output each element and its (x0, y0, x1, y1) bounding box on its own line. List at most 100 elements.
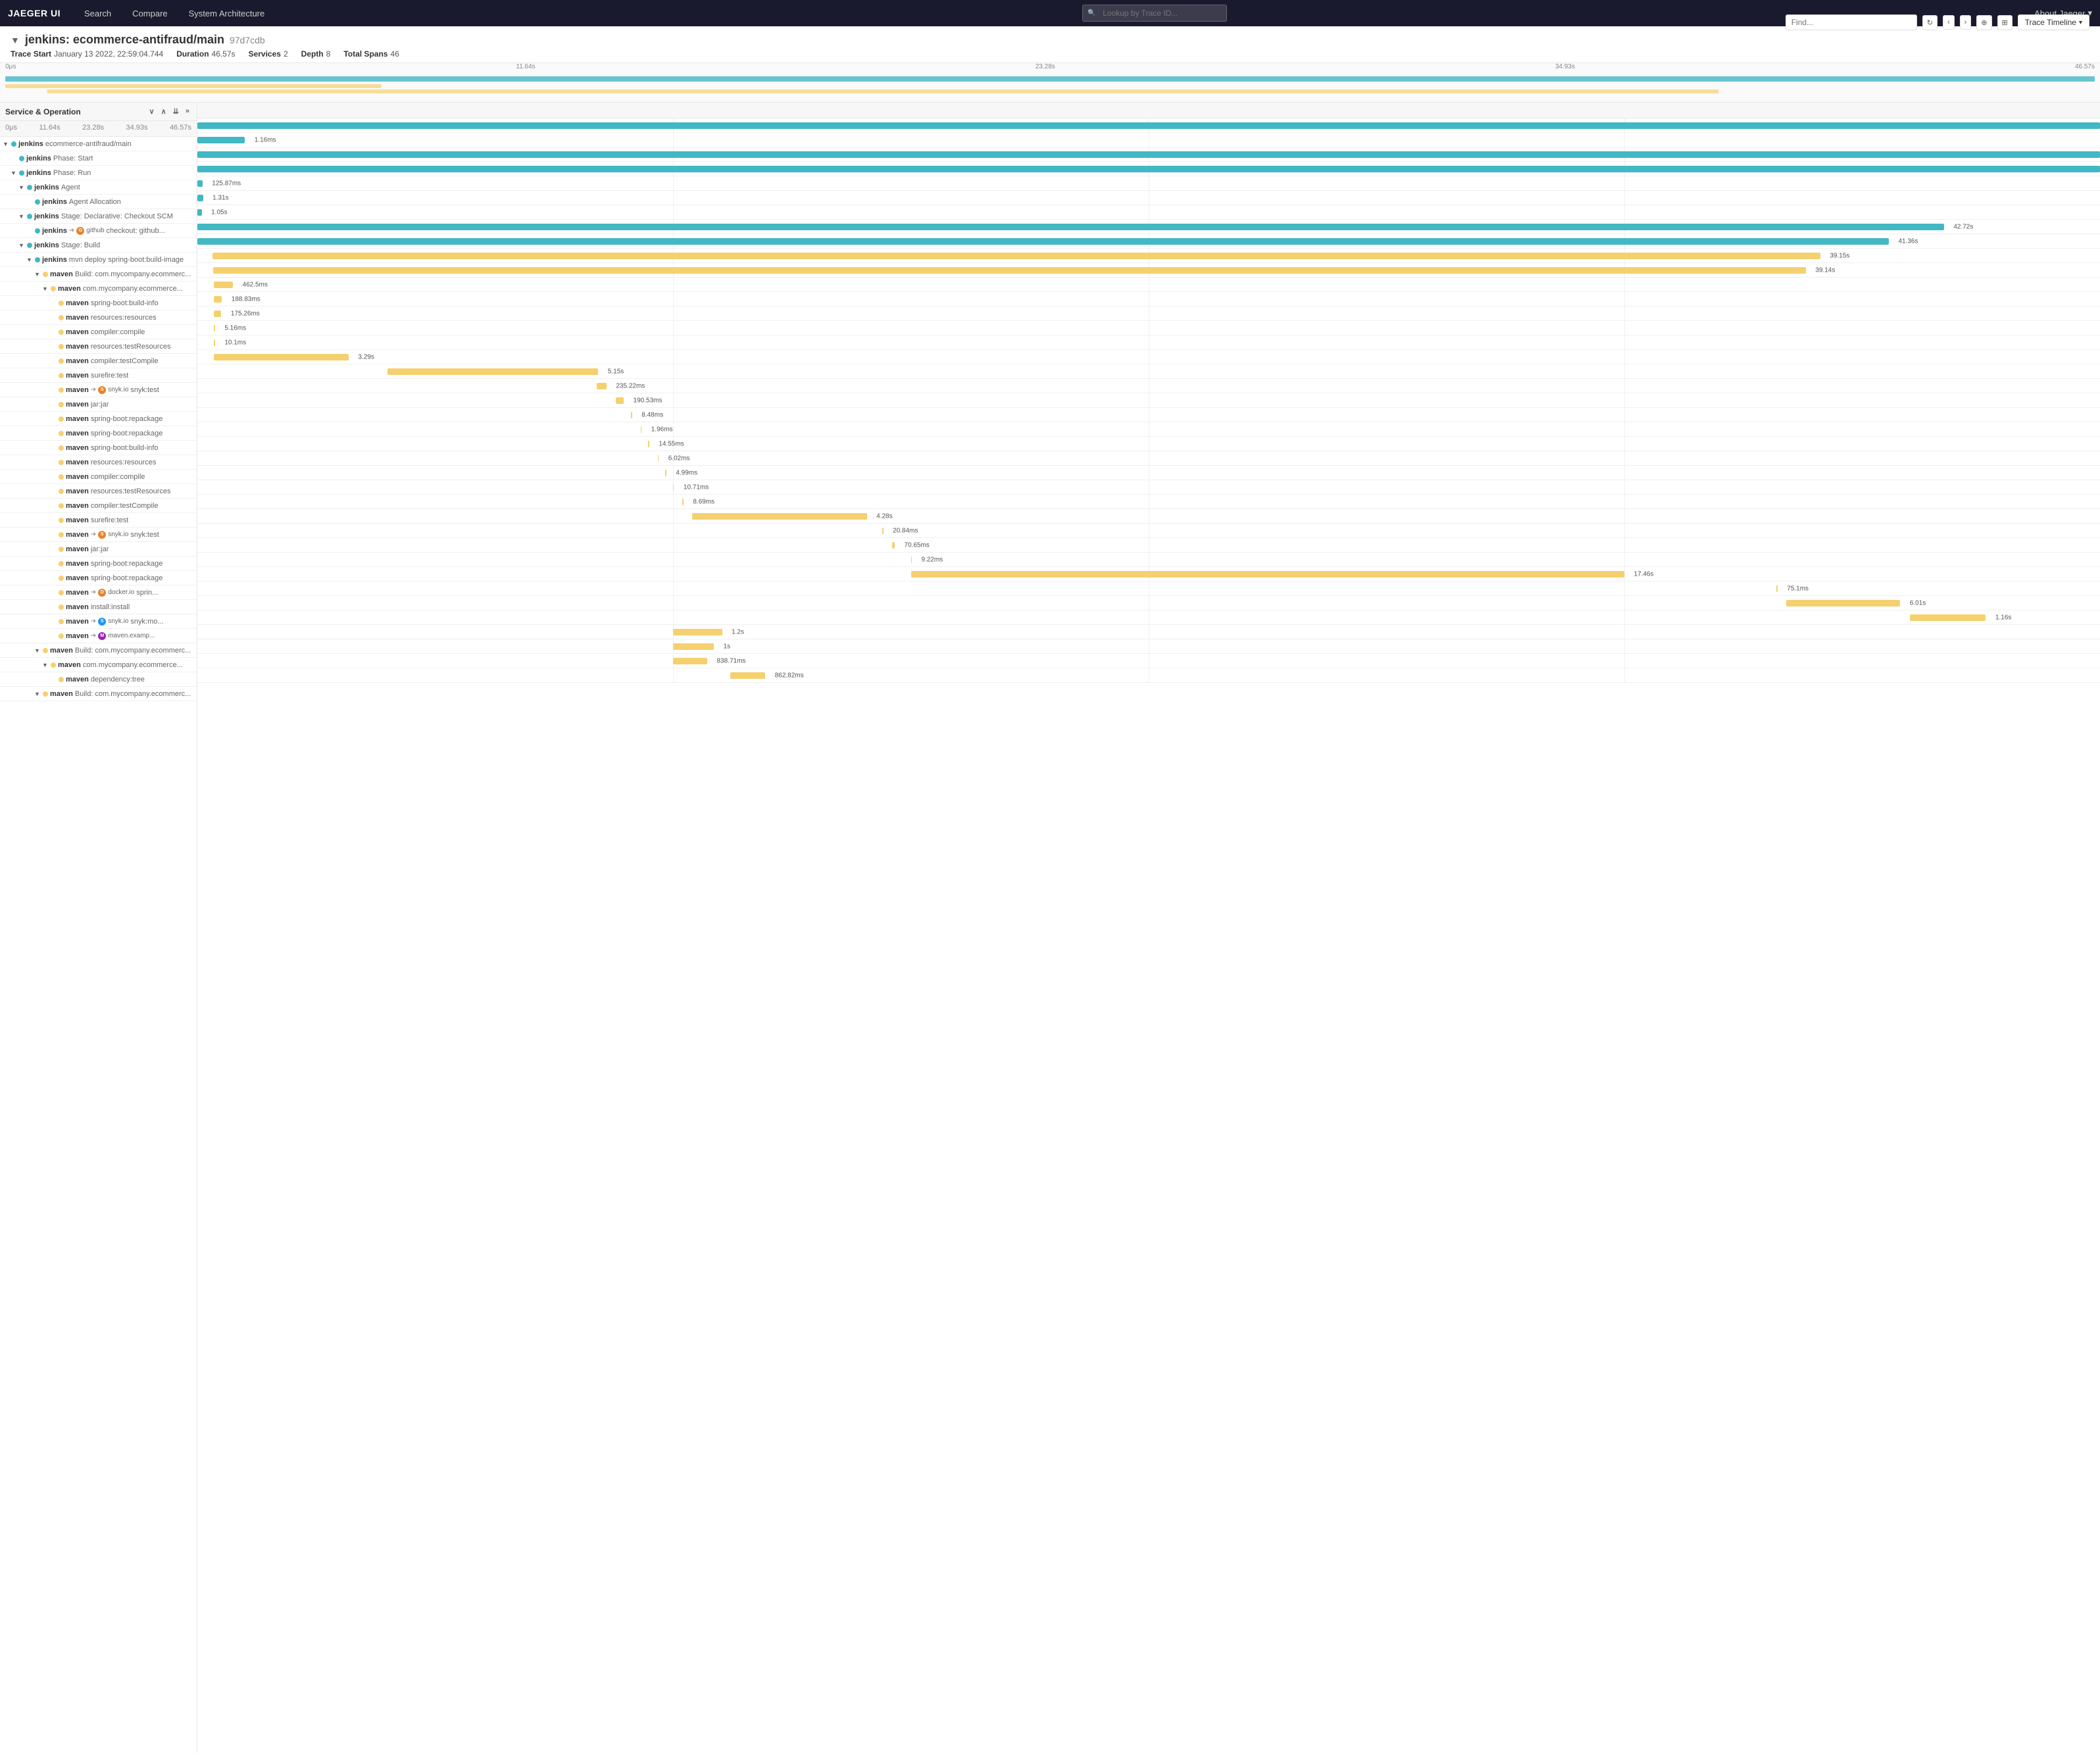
span-label-row[interactable]: ▼mavenBuild: com.mycompany.ecommerc... (0, 267, 197, 282)
span-bar-row[interactable]: 41.36s (197, 234, 2100, 249)
span-bar-row[interactable]: 39.15s (197, 249, 2100, 263)
span-bar-row[interactable]: 14.55ms (197, 437, 2100, 451)
span-bar-row[interactable]: 190.53ms (197, 393, 2100, 408)
span-bar-row[interactable]: 125.87ms (197, 176, 2100, 191)
span-label-row[interactable]: mavenspring-boot:repackage (0, 557, 197, 571)
span-bar-row[interactable]: 462.5ms (197, 278, 2100, 292)
span-bar-row[interactable]: 188.83ms (197, 292, 2100, 307)
trace-id-search[interactable] (1082, 5, 1227, 22)
expand-btn[interactable]: ▼ (34, 691, 41, 697)
span-bar-row[interactable]: 8.48ms (197, 408, 2100, 422)
span-label-row[interactable]: mavencompiler:testCompile (0, 499, 197, 513)
expand-all-btn[interactable]: ⇊ (171, 107, 181, 116)
span-label-row[interactable]: mavenspring-boot:build-info (0, 441, 197, 455)
span-bar-row[interactable]: 1.96ms (197, 422, 2100, 437)
span-bar-row[interactable]: 75.1ms (197, 582, 2100, 596)
span-bar-row[interactable]: 4.99ms (197, 466, 2100, 480)
span-label-row[interactable]: ▼jenkinsAgent (0, 180, 197, 195)
span-bar-row[interactable]: 1.31s (197, 191, 2100, 205)
span-bar-row[interactable]: 5.15s (197, 364, 2100, 379)
span-bar-row[interactable]: 1.16s (197, 610, 2100, 625)
expand-btn[interactable]: ▼ (34, 271, 41, 278)
span-label-row[interactable]: maveninstall:install (0, 600, 197, 614)
span-label-row[interactable]: ▼mavencom.mycompany.ecommerce... (0, 282, 197, 296)
span-label-row[interactable]: mavenspring-boot:repackage (0, 426, 197, 441)
span-label-row[interactable]: ▼mavenBuild: com.mycompany.ecommerc... (0, 687, 197, 701)
span-label-row[interactable]: maven ➜ Ssnyk.io snyk:test (0, 383, 197, 397)
span-bar-row[interactable]: 6.02ms (197, 451, 2100, 466)
span-bar-row[interactable]: 1.16ms (197, 133, 2100, 147)
expand-btn[interactable]: ▼ (3, 141, 9, 147)
grid-btn[interactable]: ⊞ (1997, 15, 2013, 30)
trace-timeline-btn[interactable]: Trace Timeline (2018, 14, 2089, 30)
span-label-row[interactable]: maven ➜ Mmaven.examp... (0, 629, 197, 643)
expand-btn[interactable]: ▼ (42, 662, 49, 668)
span-bar-row[interactable]: 6.01s (197, 596, 2100, 610)
expand-btn[interactable]: ▼ (26, 257, 33, 263)
span-label-row[interactable]: mavensurefire:test (0, 513, 197, 528)
span-label-row[interactable]: mavenresources:resources (0, 455, 197, 470)
next-btn[interactable]: › (1960, 15, 1972, 30)
timeline-overview[interactable]: 0μs 11.64s 23.28s 34.93s 46.57s (0, 63, 2100, 103)
span-bar-row[interactable]: 862.82ms (197, 668, 2100, 683)
span-bar-row[interactable] (197, 147, 2100, 162)
span-label-row[interactable]: ▼jenkinsStage: Declarative: Checkout SCM (0, 209, 197, 224)
expand-btn[interactable]: ▼ (18, 242, 25, 249)
find-input[interactable] (1786, 14, 1917, 30)
span-bar-row[interactable]: 1s (197, 639, 2100, 654)
expand-btn[interactable]: ▼ (18, 213, 25, 220)
span-bar-row[interactable]: 8.69ms (197, 495, 2100, 509)
span-bar-row[interactable]: 10.71ms (197, 480, 2100, 495)
span-bar-row[interactable]: 175.26ms (197, 307, 2100, 321)
expand-btn[interactable]: ▼ (11, 170, 17, 176)
span-label-row[interactable]: mavenspring-boot:repackage (0, 571, 197, 585)
span-bar-row[interactable] (197, 118, 2100, 133)
span-label-row[interactable]: mavenresources:testResources (0, 339, 197, 354)
span-label-row[interactable]: mavencompiler:compile (0, 470, 197, 484)
span-bar-row[interactable]: 1.05s (197, 205, 2100, 220)
span-bar-row[interactable]: 1.2s (197, 625, 2100, 639)
span-label-row[interactable]: ▼jenkinsmvn deploy spring-boot:build-ima… (0, 253, 197, 267)
nav-system-architecture[interactable]: System Architecture (178, 0, 276, 26)
expand-btn[interactable]: ▼ (42, 285, 49, 292)
prev-btn[interactable]: ‹ (1943, 15, 1955, 30)
nav-compare[interactable]: Compare (122, 0, 178, 26)
span-bar-row[interactable]: .95s (197, 162, 2100, 176)
search-btn[interactable]: ⊕ (1976, 15, 1991, 30)
span-label-row[interactable]: mavensurefire:test (0, 368, 197, 383)
span-bar-row[interactable]: 70.65ms (197, 538, 2100, 553)
span-label-row[interactable]: mavencompiler:testCompile (0, 354, 197, 368)
span-label-row[interactable]: mavendependency:tree (0, 672, 197, 687)
span-label-row[interactable]: ▼jenkinsStage: Build (0, 238, 197, 253)
span-label-row[interactable]: mavencompiler:compile (0, 325, 197, 339)
sort-desc-btn[interactable]: ∧ (159, 107, 168, 116)
expand-btn[interactable]: ▼ (34, 647, 41, 654)
span-bar-row[interactable]: 17.46s (197, 567, 2100, 582)
span-bar-row[interactable]: 3.29s (197, 350, 2100, 364)
span-label-row[interactable]: maven ➜ Ssnyk.io snyk:mo... (0, 614, 197, 629)
collapse-all-btn[interactable]: » (184, 107, 191, 116)
span-label-row[interactable]: maven ➜ Ddocker.io sprin... (0, 585, 197, 600)
span-bar-row[interactable]: 838.71ms (197, 654, 2100, 668)
span-label-row[interactable]: mavenresources:testResources (0, 484, 197, 499)
refresh-btn[interactable]: ↻ (1922, 15, 1938, 30)
span-label-row[interactable]: jenkins ➜ Ggithub checkout: github... (0, 224, 197, 238)
span-label-row[interactable]: mavenjar:jar (0, 542, 197, 557)
span-label-row[interactable]: mavenjar:jar (0, 397, 197, 412)
span-label-row[interactable]: ▼jenkinsecommerce-antifraud/main (0, 137, 197, 151)
span-bar-row[interactable]: 4.28s (197, 509, 2100, 524)
span-bar-row[interactable]: 5.16ms (197, 321, 2100, 335)
span-label-row[interactable]: ▼jenkinsPhase: Run (0, 166, 197, 180)
span-bar-row[interactable]: 42.72s (197, 220, 2100, 234)
sort-asc-btn[interactable]: ∨ (147, 107, 157, 116)
span-label-row[interactable]: jenkinsAgent Allocation (0, 195, 197, 209)
span-bar-row[interactable]: 20.84ms (197, 524, 2100, 538)
span-label-row[interactable]: mavenresources:resources (0, 310, 197, 325)
nav-search[interactable]: Search (74, 0, 122, 26)
span-bar-row[interactable]: 9.22ms (197, 553, 2100, 567)
span-bar-row[interactable]: 10.1ms (197, 335, 2100, 350)
collapse-chevron[interactable]: ▼ (11, 35, 20, 45)
span-bar-row[interactable]: 39.14s (197, 263, 2100, 278)
span-label-row[interactable]: ▼mavenBuild: com.mycompany.ecommerc... (0, 643, 197, 658)
span-bar-row[interactable]: 235.22ms (197, 379, 2100, 393)
